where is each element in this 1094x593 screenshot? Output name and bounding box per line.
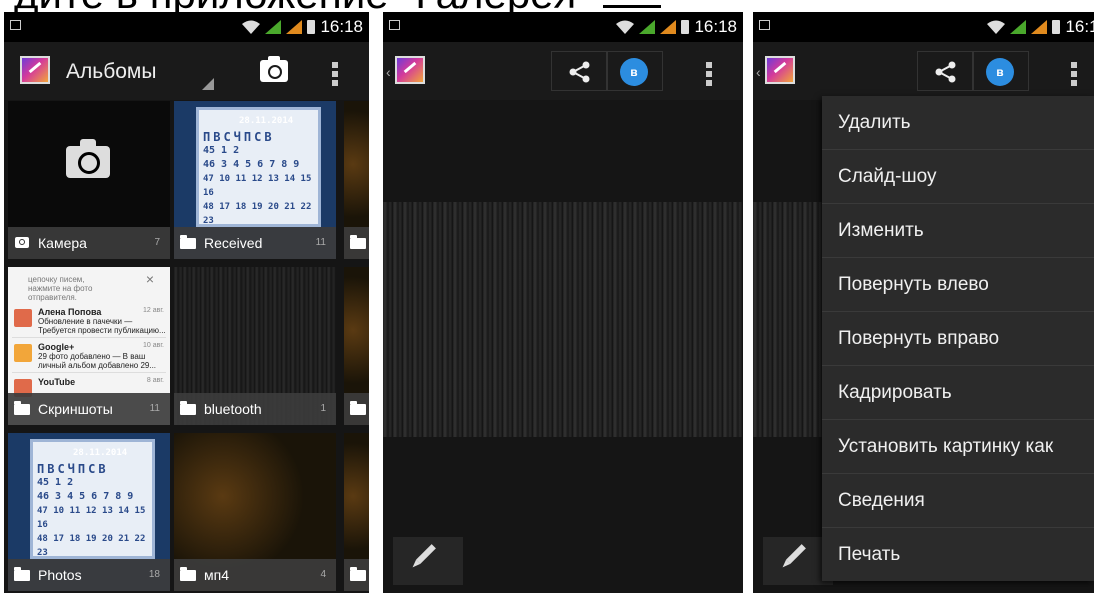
bluetooth-icon: ʙ — [620, 58, 648, 86]
album-partial[interactable] — [344, 101, 369, 259]
action-bar: Альбомы — [4, 42, 369, 100]
gallery-albums-screen: 16:18 Альбомы Камера 7 28.11.2014 ПВСЧПС… — [4, 12, 369, 593]
album-count: 1 — [320, 403, 326, 414]
menu-item-set-picture-as[interactable]: Установить картинку как — [822, 420, 1094, 474]
photo-menu-screen: 16:18 ‹ ʙ Удалить Слайд-шоу Изменить Пов… — [753, 12, 1094, 593]
status-bar: 16:18 — [753, 12, 1094, 42]
signal-icon — [265, 20, 282, 34]
signal-icon — [286, 20, 303, 34]
status-time: 16:18 — [694, 17, 737, 36]
album-count: 4 — [320, 569, 326, 580]
notification-icon — [10, 20, 21, 30]
signal-icon — [639, 20, 656, 34]
overflow-menu: Удалить Слайд-шоу Изменить Повернуть вле… — [822, 96, 1094, 581]
album-mp4[interactable]: мп4 4 — [174, 433, 336, 591]
album-count: 18 — [148, 569, 160, 580]
gallery-app-icon[interactable] — [395, 56, 425, 84]
menu-item-print[interactable]: Печать — [822, 528, 1094, 581]
camera-icon — [66, 139, 110, 178]
folder-icon — [180, 235, 196, 249]
back-chevron-icon[interactable]: ‹ — [386, 64, 391, 80]
action-bar: ‹ ʙ — [753, 42, 1094, 100]
signal-icon — [1010, 20, 1027, 34]
share-button[interactable] — [551, 51, 607, 91]
avatar — [14, 309, 32, 327]
album-partial[interactable] — [344, 433, 369, 591]
chevron-down-icon — [202, 78, 214, 90]
menu-item-slideshow[interactable]: Слайд-шоу — [822, 150, 1094, 204]
menu-item-details[interactable]: Сведения — [822, 474, 1094, 528]
status-time: 16:18 — [320, 17, 363, 36]
photo-view-screen: 16:18 ‹ ʙ — [383, 12, 743, 593]
album-name: Камера — [38, 235, 87, 251]
pencil-icon — [416, 544, 436, 564]
album-partial[interactable] — [344, 267, 369, 425]
pencil-icon — [786, 544, 806, 564]
album-count: 11 — [149, 403, 160, 414]
bluetooth-share-button[interactable]: ʙ — [973, 51, 1029, 91]
album-name: мп4 — [204, 567, 229, 583]
gallery-app-icon[interactable] — [765, 56, 795, 84]
album-count: 11 — [315, 237, 326, 248]
photo-image[interactable] — [383, 202, 743, 437]
album-name: Скриншоты — [38, 401, 113, 417]
battery-icon — [681, 20, 690, 34]
album-view-spinner[interactable]: Альбомы — [66, 60, 156, 84]
folder-icon — [350, 235, 366, 249]
menu-item-rotate-left[interactable]: Повернуть влево — [822, 258, 1094, 312]
album-photos[interactable]: 28.11.2014 ПВСЧПСВ 45 1 2 46 3 4 5 6 7 8… — [8, 433, 170, 591]
battery-icon — [1052, 20, 1061, 34]
gallery-app-icon[interactable] — [20, 56, 50, 84]
bluetooth-share-button[interactable]: ʙ — [607, 51, 663, 91]
menu-item-delete[interactable]: Удалить — [822, 96, 1094, 150]
album-name: Photos — [38, 567, 82, 583]
album-camera[interactable]: Камера 7 — [8, 101, 170, 259]
battery-icon — [307, 20, 316, 34]
folder-icon — [180, 401, 196, 415]
menu-item-crop[interactable]: Кадрировать — [822, 366, 1094, 420]
signal-icon — [1031, 20, 1048, 34]
folder-icon — [350, 567, 366, 581]
menu-item-edit[interactable]: Изменить — [822, 204, 1094, 258]
album-count: 7 — [154, 237, 160, 248]
overflow-menu-icon[interactable] — [332, 62, 338, 86]
wifi-icon — [987, 20, 1006, 34]
wifi-icon — [616, 20, 635, 34]
status-time: 16:18 — [1065, 17, 1094, 36]
share-icon — [569, 61, 590, 83]
notification-icon — [389, 20, 400, 30]
album-name: bluetooth — [204, 401, 262, 417]
status-bar: 16:18 — [383, 12, 743, 42]
folder-icon — [14, 567, 30, 581]
wifi-icon — [242, 20, 261, 34]
overflow-menu-icon[interactable] — [1071, 62, 1077, 86]
album-bluetooth[interactable]: bluetooth 1 — [174, 267, 336, 425]
signal-icon — [660, 20, 677, 34]
folder-icon — [180, 567, 196, 581]
share-button[interactable] — [917, 51, 973, 91]
calendar-photo-thumbnail: 28.11.2014 ПВСЧПСВ 45 1 2 46 3 4 5 6 7 8… — [30, 439, 155, 559]
menu-item-rotate-right[interactable]: Повернуть вправо — [822, 312, 1094, 366]
camera-icon — [15, 237, 29, 248]
folder-icon — [14, 401, 30, 415]
share-icon — [935, 61, 956, 83]
album-screenshots[interactable]: цепочку писем, нажмите на фото отправите… — [8, 267, 170, 425]
overflow-menu-icon[interactable] — [706, 62, 712, 86]
album-name: Received — [204, 235, 263, 251]
action-bar: ‹ ʙ — [383, 42, 743, 100]
notification-icon — [759, 20, 770, 30]
avatar — [14, 344, 32, 362]
back-chevron-icon[interactable]: ‹ — [756, 64, 761, 80]
folder-icon — [350, 401, 366, 415]
album-received[interactable]: 28.11.2014 ПВСЧПСВ 45 1 2 46 3 4 5 6 7 8… — [174, 101, 336, 259]
status-bar: 16:18 — [4, 12, 369, 42]
camera-button[interactable] — [260, 56, 288, 82]
close-icon: × — [145, 271, 154, 287]
edit-button[interactable] — [393, 537, 463, 585]
calendar-photo-thumbnail: 28.11.2014 ПВСЧПСВ 45 1 2 46 3 4 5 6 7 8… — [196, 107, 321, 227]
bluetooth-icon: ʙ — [986, 58, 1014, 86]
